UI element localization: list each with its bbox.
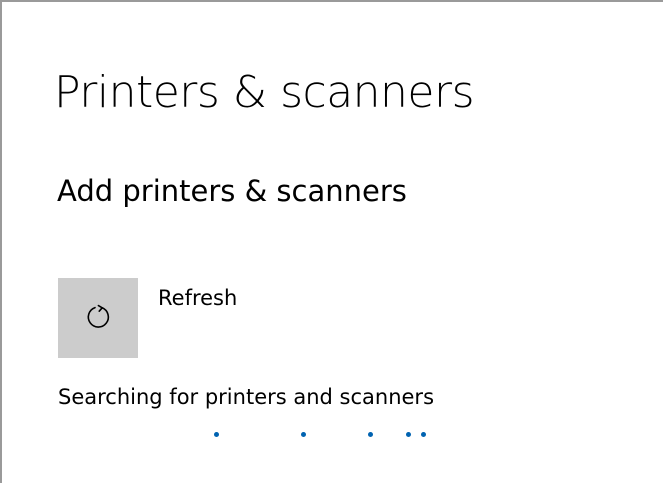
- progress-dot: [214, 432, 219, 437]
- section-title: Add printers & scanners: [57, 174, 407, 208]
- progress-indicator: [2, 432, 663, 442]
- progress-dot: [421, 432, 426, 437]
- refresh-button[interactable]: Refresh: [58, 278, 237, 358]
- page-title: Printers & scanners: [54, 67, 475, 118]
- refresh-icon: [82, 300, 114, 336]
- settings-window: Printers & scanners Add printers & scann…: [0, 0, 663, 483]
- status-text: Searching for printers and scanners: [58, 385, 435, 409]
- refresh-tile[interactable]: [58, 278, 138, 358]
- progress-dot: [368, 432, 373, 437]
- progress-dot: [301, 432, 306, 437]
- refresh-label: Refresh: [158, 286, 238, 310]
- progress-dot: [406, 432, 411, 437]
